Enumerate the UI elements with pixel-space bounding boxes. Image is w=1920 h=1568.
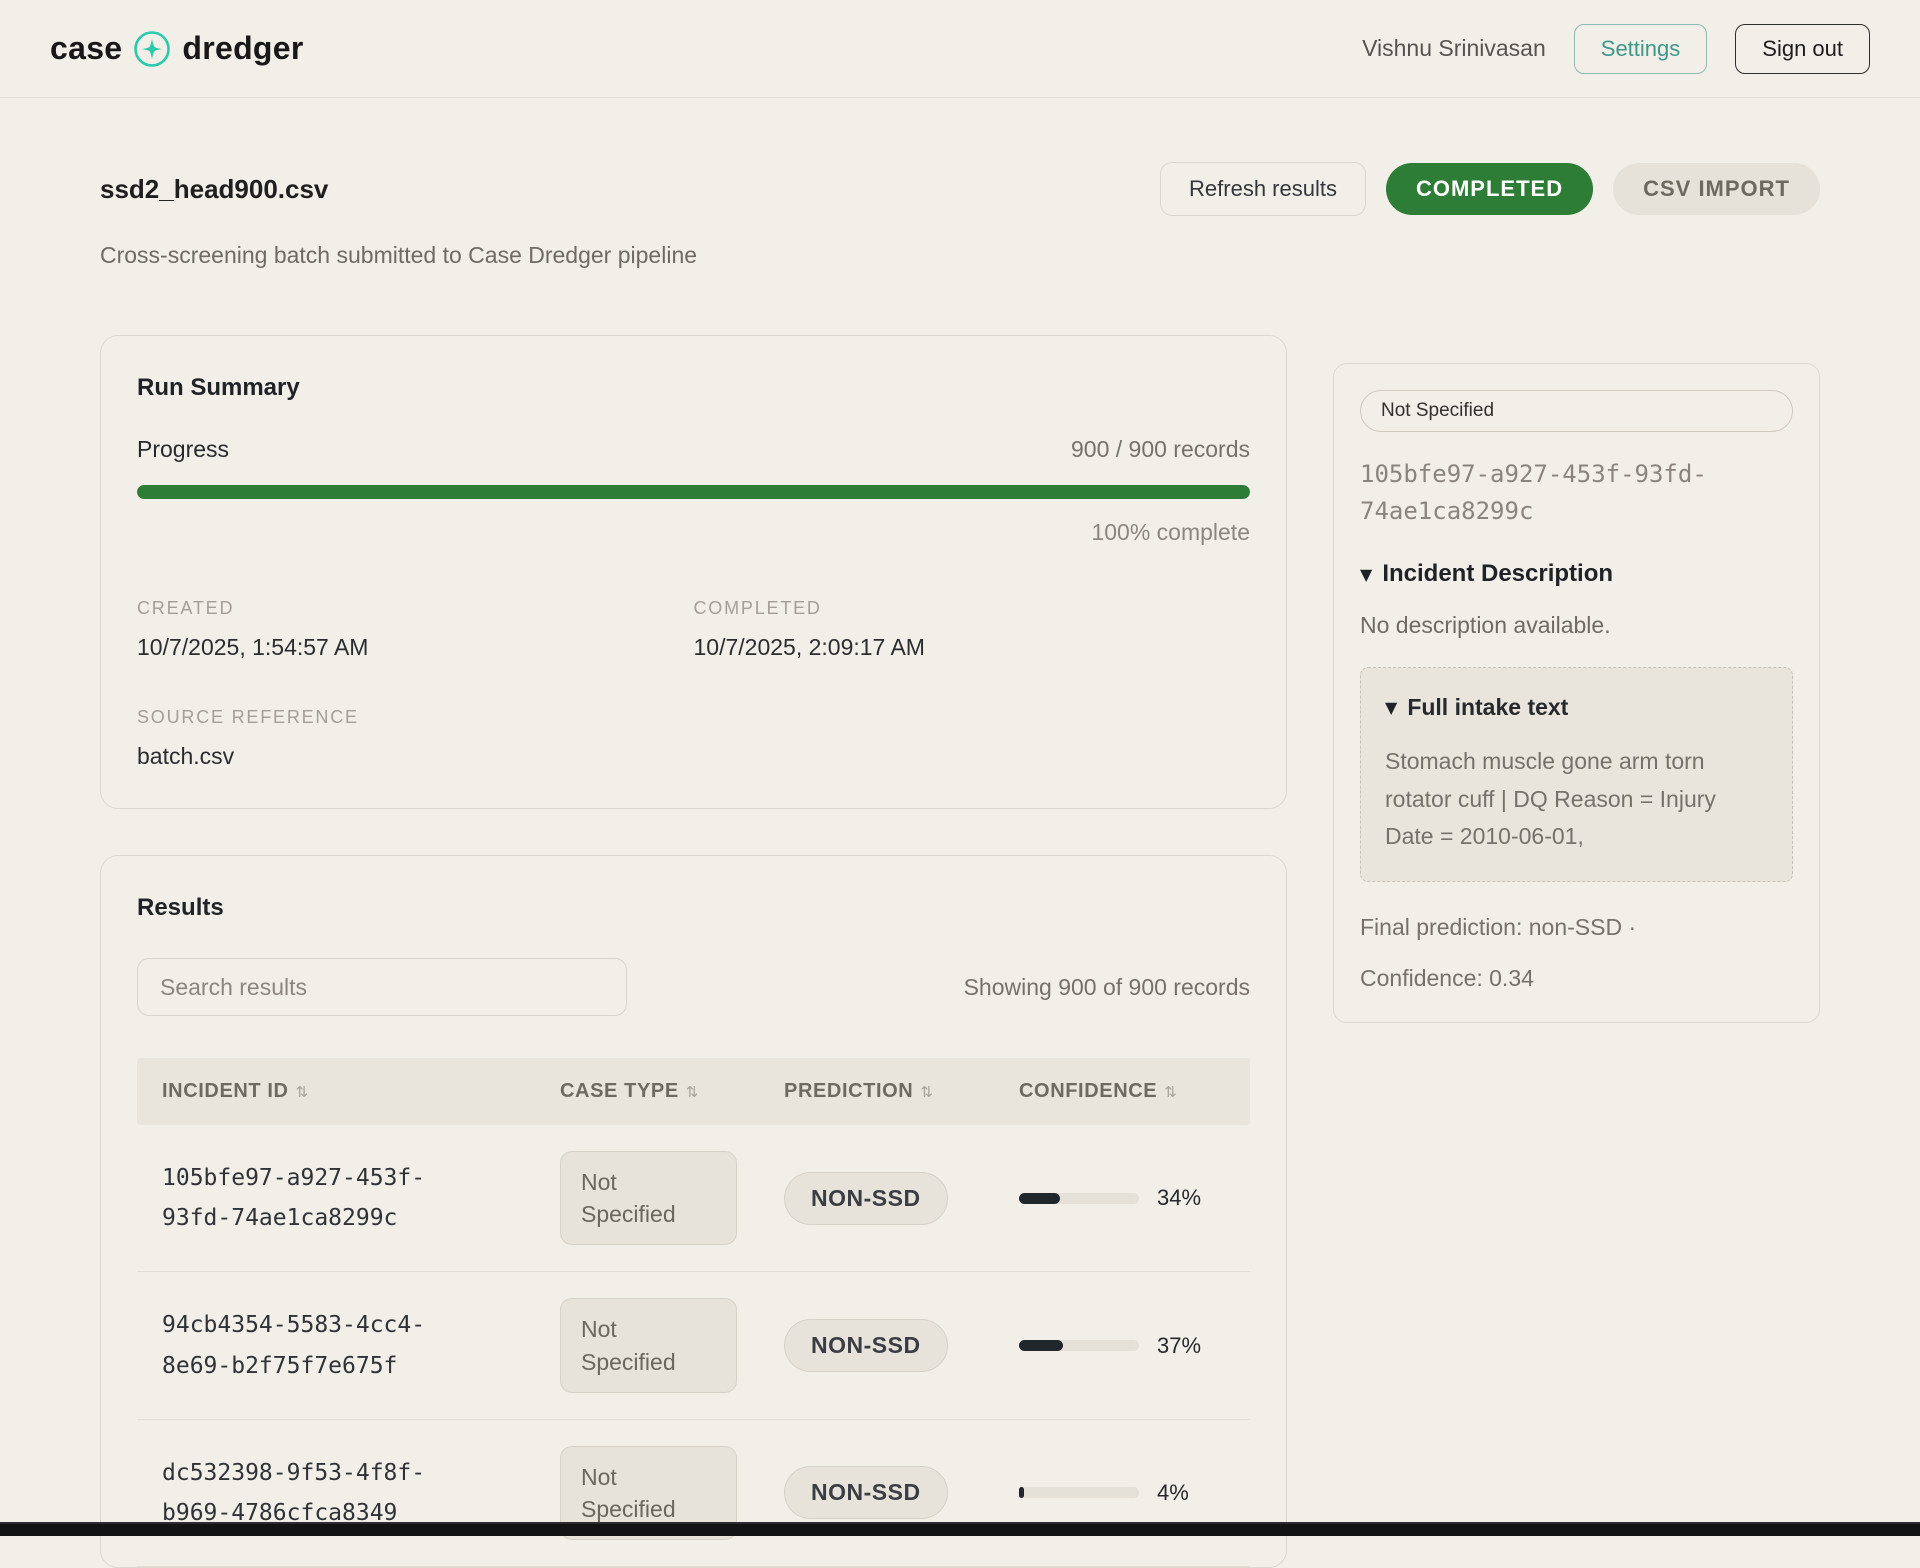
source-reference-label: SOURCE REFERENCE (137, 707, 694, 728)
row-case-type-chip: Not Specified (560, 1298, 737, 1392)
title-row: ssd2_head900.csv Refresh results COMPLET… (100, 162, 1820, 216)
confidence-bar-track (1019, 1487, 1139, 1498)
completed-meta: COMPLETED 10/7/2025, 2:09:17 AM (694, 598, 1251, 661)
sort-icon[interactable]: ⇅ (296, 1083, 309, 1101)
logo-text-case: case (50, 30, 122, 67)
confidence-bar-fill (1019, 1193, 1060, 1204)
results-card: Results Showing 900 of 900 records INCID… (100, 855, 1287, 1568)
showing-records-text: Showing 900 of 900 records (964, 974, 1250, 1001)
full-intake-box: ▼ Full intake text Stomach muscle gone a… (1360, 667, 1793, 882)
confidence-text: Confidence: 0.34 (1360, 965, 1793, 992)
title-actions: Refresh results COMPLETED CSV IMPORT (1160, 162, 1820, 216)
table-row[interactable]: 105bfe97-a927-453f-93fd-74ae1ca8299c Not… (137, 1125, 1250, 1272)
column-header-incident-id[interactable]: INCIDENT ID⇅ (162, 1080, 560, 1103)
search-input[interactable] (137, 958, 627, 1016)
confidence-percent-label: 4% (1157, 1480, 1189, 1506)
page-subtitle: Cross-screening batch submitted to Case … (100, 242, 1820, 269)
bottom-screen-strip (0, 1522, 1920, 1536)
confidence-bar-track (1019, 1193, 1139, 1204)
refresh-results-button[interactable]: Refresh results (1160, 162, 1366, 216)
run-summary-heading: Run Summary (137, 374, 1250, 402)
row-case-type-chip: Not Specified (560, 1151, 737, 1245)
sort-icon[interactable]: ⇅ (1164, 1083, 1177, 1101)
run-summary-card: Run Summary Progress 900 / 900 records 1… (100, 335, 1287, 809)
logo-text-dredger: dredger (182, 30, 303, 67)
confidence-percent-label: 37% (1157, 1333, 1201, 1359)
full-intake-heading: Full intake text (1407, 694, 1568, 721)
detail-incident-id: 105bfe97-a927-453f-93fd-74ae1ca8299c (1360, 456, 1793, 530)
results-table-header: INCIDENT ID⇅ CASE TYPE⇅ PREDICTION⇅ CONF… (137, 1058, 1250, 1125)
confidence-percent-label: 34% (1157, 1185, 1201, 1211)
app-logo[interactable]: case dredger (50, 29, 304, 69)
final-prediction-text: Final prediction: non-SSD · (1360, 914, 1793, 941)
completed-value: 10/7/2025, 2:09:17 AM (694, 634, 1251, 661)
row-prediction-badge: NON-SSD (784, 1319, 948, 1372)
column-header-case-type[interactable]: CASE TYPE⇅ (560, 1080, 784, 1103)
logo-sparkle-icon (132, 29, 172, 69)
status-badge: COMPLETED (1386, 163, 1593, 215)
signout-button[interactable]: Sign out (1735, 24, 1870, 74)
user-name: Vishnu Srinivasan (1362, 35, 1546, 62)
row-incident-id: 105bfe97-a927-453f-93fd-74ae1ca8299c (162, 1158, 462, 1239)
record-detail-panel: Not Specified 105bfe97-a927-453f-93fd-74… (1333, 363, 1820, 1023)
source-reference-meta: SOURCE REFERENCE batch.csv (137, 707, 694, 770)
row-incident-id: 94cb4354-5583-4cc4-8e69-b2f75f7e675f (162, 1305, 462, 1386)
progress-bar-fill (137, 485, 1250, 499)
sort-icon[interactable]: ⇅ (920, 1083, 933, 1101)
row-confidence-cell: 34% (1019, 1185, 1225, 1211)
page-title: ssd2_head900.csv (100, 174, 328, 205)
created-label: CREATED (137, 598, 694, 619)
results-heading: Results (137, 894, 1250, 922)
progress-bar-track (137, 485, 1250, 499)
progress-records-count: 900 / 900 records (1071, 436, 1250, 463)
incident-description-toggle[interactable]: ▼ Incident Description (1360, 560, 1793, 588)
column-header-prediction[interactable]: PREDICTION⇅ (784, 1080, 1019, 1103)
table-row[interactable]: 94cb4354-5583-4cc4-8e69-b2f75f7e675f Not… (137, 1272, 1250, 1419)
collapse-triangle-icon: ▼ (1385, 698, 1397, 717)
created-value: 10/7/2025, 1:54:57 AM (137, 634, 694, 661)
confidence-bar-track (1019, 1340, 1139, 1351)
collapse-triangle-icon: ▼ (1360, 565, 1372, 584)
column-header-confidence[interactable]: CONFIDENCE⇅ (1019, 1080, 1225, 1103)
full-intake-toggle[interactable]: ▼ Full intake text (1385, 694, 1768, 721)
app-header: case dredger Vishnu Srinivasan Settings … (0, 0, 1920, 98)
full-intake-body: Stomach muscle gone arm torn rotator cuf… (1385, 743, 1768, 855)
created-meta: CREATED 10/7/2025, 1:54:57 AM (137, 598, 694, 661)
row-confidence-cell: 4% (1019, 1480, 1225, 1506)
incident-description-heading: Incident Description (1382, 560, 1613, 588)
incident-description-body: No description available. (1360, 612, 1793, 639)
progress-label: Progress (137, 436, 229, 463)
dot-separator: · (1628, 914, 1636, 940)
settings-button[interactable]: Settings (1574, 24, 1708, 74)
table-row[interactable]: dc532398-9f53-4f8f-b969-4786cfca8349 Not… (137, 1420, 1250, 1567)
row-confidence-cell: 37% (1019, 1333, 1225, 1359)
source-type-badge: CSV IMPORT (1613, 163, 1820, 215)
row-prediction-badge: NON-SSD (784, 1466, 948, 1519)
source-reference-value: batch.csv (137, 743, 694, 770)
confidence-bar-fill (1019, 1487, 1024, 1498)
main-content: ssd2_head900.csv Refresh results COMPLET… (0, 162, 1920, 1568)
progress-percent-text: 100% complete (137, 519, 1250, 546)
sort-icon[interactable]: ⇅ (686, 1083, 699, 1101)
completed-label: COMPLETED (694, 598, 1251, 619)
confidence-bar-fill (1019, 1340, 1063, 1351)
detail-case-type-chip: Not Specified (1360, 390, 1793, 432)
header-right: Vishnu Srinivasan Settings Sign out (1362, 24, 1870, 74)
row-prediction-badge: NON-SSD (784, 1172, 948, 1225)
